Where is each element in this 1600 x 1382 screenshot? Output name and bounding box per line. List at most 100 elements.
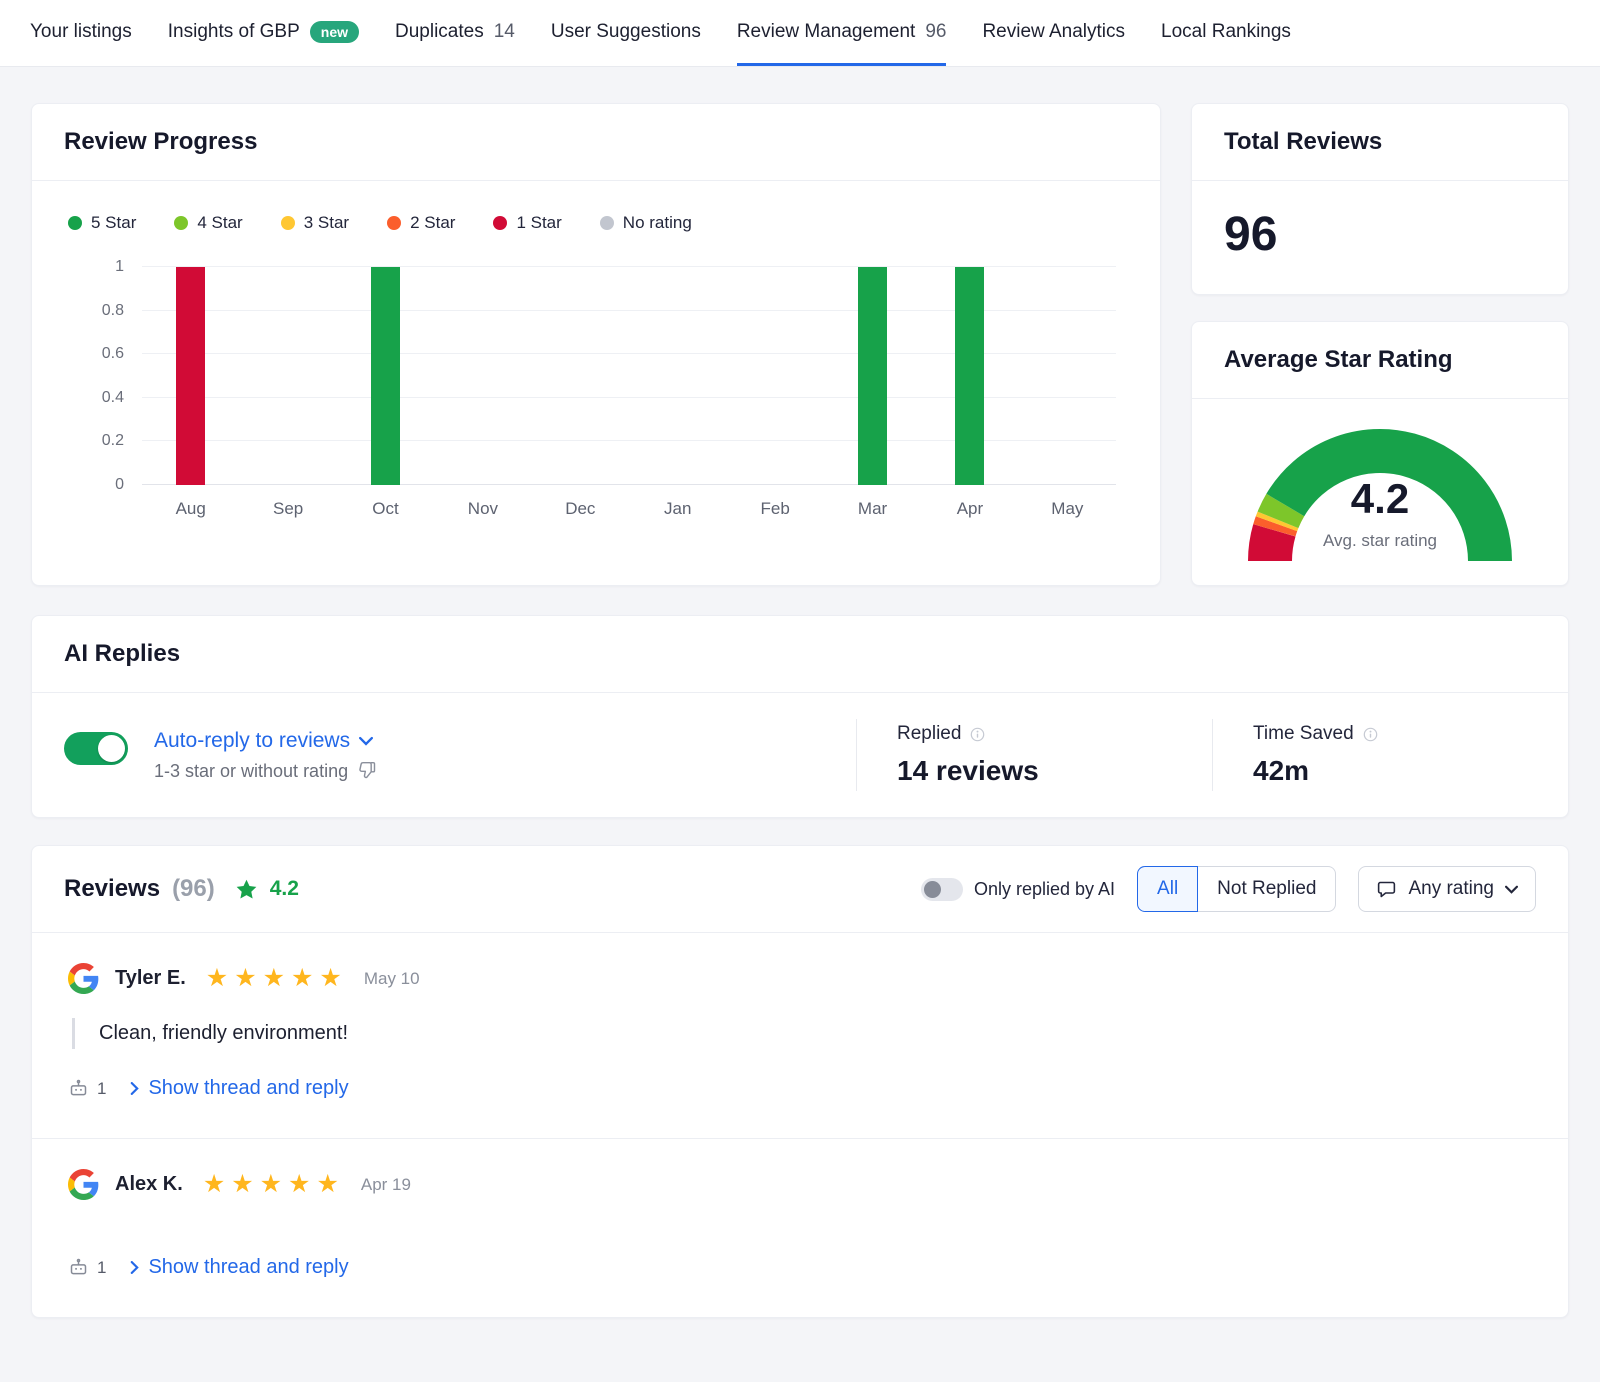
legend-item-1-star: 1 Star xyxy=(493,213,561,233)
google-logo-icon xyxy=(68,1169,99,1200)
tab-label: Insights of GBP xyxy=(168,21,300,43)
chevron-right-icon xyxy=(130,1082,139,1095)
review-date: May 10 xyxy=(364,969,420,989)
info-icon[interactable] xyxy=(970,727,985,742)
rating-filter-button[interactable]: Any rating xyxy=(1358,866,1536,912)
replied-label: Replied xyxy=(897,723,961,745)
star-icon xyxy=(235,878,258,901)
x-label-nov: Nov xyxy=(434,499,531,519)
bar-aug-1-star xyxy=(176,267,205,485)
info-icon[interactable] xyxy=(1363,727,1378,742)
show-thread-label: Show thread and reply xyxy=(148,1256,348,1279)
ai-reply-count: 1 xyxy=(97,1258,106,1278)
legend-label: 1 Star xyxy=(516,213,561,233)
ai-replies-card: AI Replies Auto-reply to reviews 1-3 sta… xyxy=(31,615,1569,818)
review-progress-legend: 5 Star 4 Star 3 Star 2 Star 1 Star No rating xyxy=(32,181,1160,235)
2-star-dot xyxy=(387,216,401,230)
tab-user-suggestions[interactable]: User Suggestions xyxy=(551,0,701,66)
legend-item-3-star: 3 Star xyxy=(281,213,349,233)
time-saved-label: Time Saved xyxy=(1253,723,1354,745)
review-item: Alex K. ★★★★★ Apr 19 1 xyxy=(32,1138,1568,1317)
rating-filter-label: Any rating xyxy=(1408,878,1494,900)
reviews-title: Reviews xyxy=(64,875,160,903)
tab-review-management[interactable]: Review Management 96 xyxy=(737,0,947,66)
total-reviews-title: Total Reviews xyxy=(1192,104,1568,181)
bars-layer xyxy=(142,267,1116,485)
bar-column-oct xyxy=(337,267,434,485)
legend-label: 5 Star xyxy=(91,213,136,233)
average-rating-title: Average Star Rating xyxy=(1192,322,1568,399)
x-label-jan: Jan xyxy=(629,499,726,519)
auto-reply-toggle[interactable] xyxy=(64,732,128,765)
legend-item-no-rating: No rating xyxy=(600,213,692,233)
review-progress-card: Review Progress 5 Star4 Star3 Star2 Star… xyxy=(31,103,1161,586)
auto-reply-sublabel: 1-3 star or without rating xyxy=(154,761,348,782)
show-thread-label: Show thread and reply xyxy=(148,1077,348,1100)
tab-label: Local Rankings xyxy=(1161,21,1291,43)
only-ai-label: Only replied by AI xyxy=(974,879,1115,900)
thumbs-down-icon[interactable] xyxy=(357,761,377,781)
auto-reply-label: Auto-reply to reviews xyxy=(154,729,350,753)
x-label-sep: Sep xyxy=(239,499,336,519)
legend-label: 3 Star xyxy=(304,213,349,233)
gauge-caption: Avg. star rating xyxy=(1230,531,1530,551)
review-text: Clean, friendly environment! xyxy=(72,1018,1536,1049)
review-date: Apr 19 xyxy=(361,1175,411,1195)
tab-local-rankings[interactable]: Local Rankings xyxy=(1161,0,1291,66)
gauge-value: 4.2 xyxy=(1230,475,1530,523)
only-ai-toggle[interactable] xyxy=(921,878,963,901)
tab-your-listings[interactable]: Your listings xyxy=(30,0,132,66)
reviews-average: 4.2 xyxy=(270,877,299,901)
tab-duplicates[interactable]: Duplicates14 xyxy=(395,0,515,66)
time-saved-value: 42m xyxy=(1253,755,1568,787)
tab-review-analytics[interactable]: Review Analytics xyxy=(982,0,1125,66)
legend-item-5-star: 5 Star xyxy=(68,213,136,233)
x-label-apr: Apr xyxy=(921,499,1018,519)
tab-label: Your listings xyxy=(30,21,132,43)
x-label-oct: Oct xyxy=(337,499,434,519)
page-content: Review Progress 5 Star4 Star3 Star2 Star… xyxy=(0,67,1600,1318)
replied-value: 14 reviews xyxy=(897,755,1212,787)
bar-apr-5-star xyxy=(955,267,984,485)
bar-column-apr xyxy=(921,267,1018,485)
no-rating-dot xyxy=(600,216,614,230)
legend-item-4-star: 4 Star xyxy=(174,213,242,233)
tab-label: Review Management xyxy=(737,21,915,43)
legend-label: 4 Star xyxy=(197,213,242,233)
bar-oct-5-star xyxy=(371,267,400,485)
tab-label: Review Analytics xyxy=(982,21,1125,43)
bar-column-feb xyxy=(726,267,823,485)
gauge-segment-2-star xyxy=(1274,524,1276,531)
average-rating-gauge: 4.2 Avg. star rating xyxy=(1230,415,1530,567)
bar-column-sep xyxy=(239,267,336,485)
bar-column-aug xyxy=(142,267,239,485)
average-rating-card: Average Star Rating 4.2 Avg. star rating xyxy=(1191,321,1569,586)
legend-item-2-star: 2 Star xyxy=(387,213,455,233)
chat-bubble-icon xyxy=(1376,879,1397,900)
legend-label: No rating xyxy=(623,213,692,233)
review-item: Tyler E. ★★★★★ May 10 Clean, friendly en… xyxy=(32,933,1568,1138)
tab-label: Duplicates xyxy=(395,21,484,43)
1-star-dot xyxy=(493,216,507,230)
filter-all-button[interactable]: All xyxy=(1137,866,1198,912)
robot-icon xyxy=(68,1257,89,1278)
show-thread-link[interactable]: Show thread and reply xyxy=(130,1256,348,1279)
legend-label: 2 Star xyxy=(410,213,455,233)
bar-column-mar xyxy=(824,267,921,485)
ai-replies-title: AI Replies xyxy=(32,616,1568,693)
x-label-aug: Aug xyxy=(142,499,239,519)
bar-column-nov xyxy=(434,267,531,485)
review-stars: ★★★★★ xyxy=(203,1172,345,1197)
tab-insights-of-gbp[interactable]: Insights of GBPnew xyxy=(168,0,359,66)
review-stars: ★★★★★ xyxy=(206,966,348,991)
google-logo-icon xyxy=(68,963,99,994)
auto-reply-dropdown[interactable]: Auto-reply to reviews xyxy=(154,729,377,753)
x-label-feb: Feb xyxy=(726,499,823,519)
4-star-dot xyxy=(174,216,188,230)
filter-not-replied-button[interactable]: Not Replied xyxy=(1198,866,1336,912)
reviewer-name: Tyler E. xyxy=(115,967,186,990)
tab-count: 96 xyxy=(925,21,946,43)
replied-filter-group: All Not Replied xyxy=(1137,866,1336,912)
x-label-dec: Dec xyxy=(532,499,629,519)
show-thread-link[interactable]: Show thread and reply xyxy=(130,1077,348,1100)
